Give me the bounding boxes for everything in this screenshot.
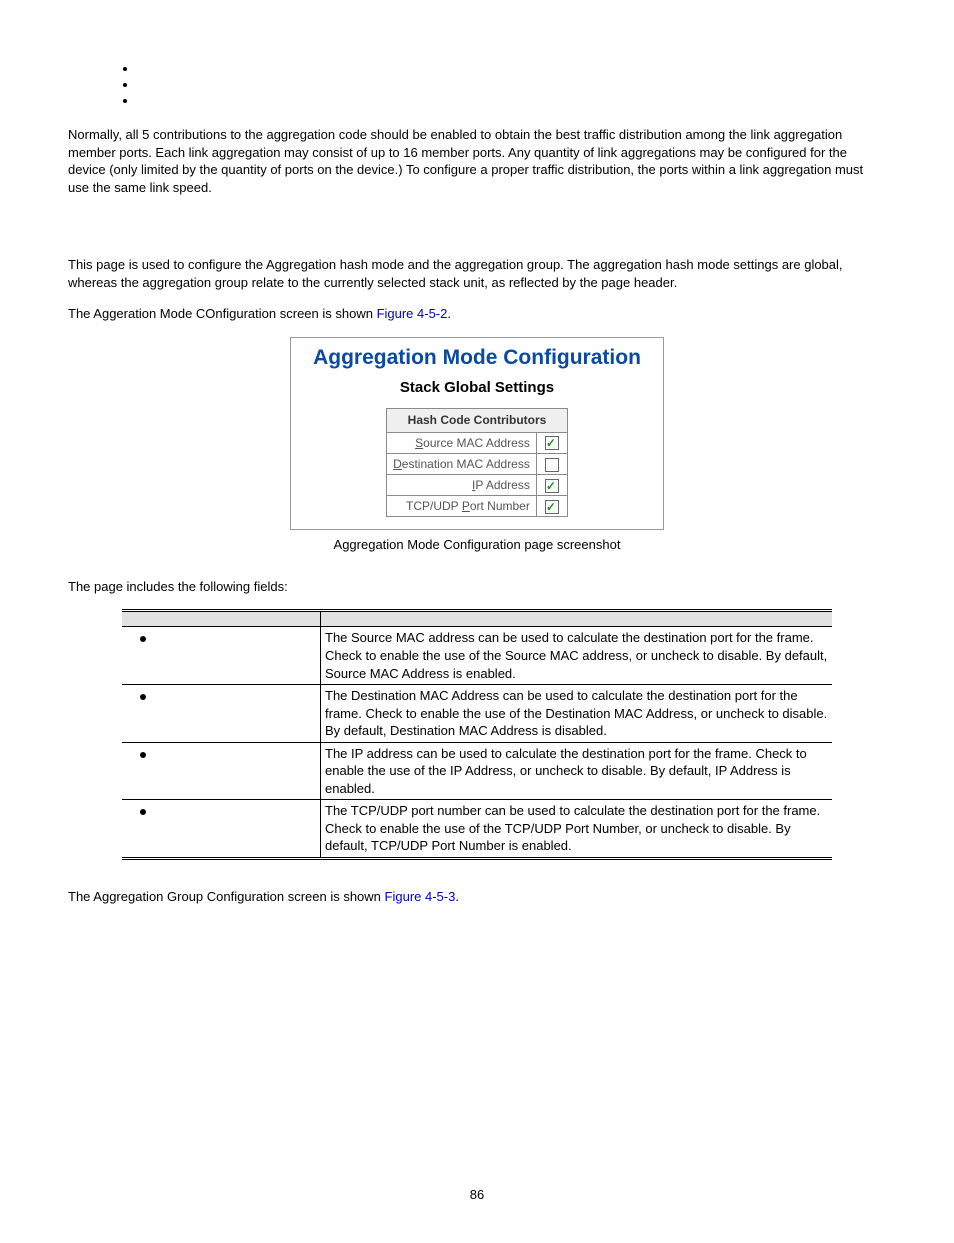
- figure-subtitle: Stack Global Settings: [291, 376, 663, 408]
- table-row: Source MAC Address: [387, 432, 568, 453]
- table-row: The Destination MAC Address can be used …: [122, 685, 832, 743]
- table-header: Hash Code Contributors: [387, 409, 568, 432]
- table-row: Destination MAC Address: [387, 453, 568, 474]
- hash-contributors-table: Hash Code Contributors Source MAC Addres…: [386, 408, 568, 517]
- field-name-cell: [122, 800, 321, 859]
- figure-ref-paragraph: The Aggeration Mode COnfiguration screen…: [68, 305, 886, 323]
- intro-paragraph: Normally, all 5 contributions to the agg…: [68, 126, 886, 196]
- checkbox-dest-mac[interactable]: [545, 458, 559, 472]
- table-row: The IP address can be used to calculate …: [122, 742, 832, 800]
- checkbox-tcp-udp[interactable]: [545, 500, 559, 514]
- bullet-item: [138, 92, 886, 108]
- config-paragraph: This page is used to configure the Aggre…: [68, 256, 886, 291]
- table-row: The Source MAC address can be used to ca…: [122, 627, 832, 685]
- bullet-item: [138, 76, 886, 92]
- field-name-cell: [122, 685, 321, 743]
- field-name-cell: [122, 742, 321, 800]
- figure-caption: Aggregation Mode Configuration page scre…: [68, 536, 886, 554]
- bullet-icon: [140, 636, 146, 642]
- page-number: 86: [68, 1186, 886, 1204]
- checkbox-source-mac[interactable]: [545, 436, 559, 450]
- bullet-icon: [140, 752, 146, 758]
- row-label: IP Address: [387, 474, 537, 495]
- top-bullet-list: [138, 60, 886, 108]
- figure-link[interactable]: Figure 4-5-3: [385, 889, 456, 904]
- field-desc-cell: The Source MAC address can be used to ca…: [321, 627, 833, 685]
- text: The Aggeration Mode COnfiguration screen…: [68, 306, 377, 321]
- fields-intro: The page includes the following fields:: [68, 578, 886, 596]
- bullet-icon: [140, 809, 146, 815]
- bullet-item: [138, 60, 886, 76]
- figure-link[interactable]: Figure 4-5-2: [377, 306, 448, 321]
- row-label: Destination MAC Address: [387, 453, 537, 474]
- field-desc-cell: The Destination MAC Address can be used …: [321, 685, 833, 743]
- checkbox-ip-address[interactable]: [545, 479, 559, 493]
- field-desc-cell: The TCP/UDP port number can be used to c…: [321, 800, 833, 859]
- fields-table: The Source MAC address can be used to ca…: [122, 609, 832, 860]
- table-row: The TCP/UDP port number can be used to c…: [122, 800, 832, 859]
- field-name-cell: [122, 627, 321, 685]
- group-figure-ref-paragraph: The Aggregation Group Configuration scre…: [68, 888, 886, 906]
- text: The Aggregation Group Configuration scre…: [68, 889, 385, 904]
- figure-screenshot: Aggregation Mode Configuration Stack Glo…: [290, 337, 664, 531]
- row-label: Source MAC Address: [387, 432, 537, 453]
- figure-title: Aggregation Mode Configuration: [291, 338, 663, 376]
- row-label: TCP/UDP Port Number: [387, 496, 537, 517]
- field-desc-cell: The IP address can be used to calculate …: [321, 742, 833, 800]
- table-row: TCP/UDP Port Number: [387, 496, 568, 517]
- table-row: IP Address: [387, 474, 568, 495]
- bullet-icon: [140, 694, 146, 700]
